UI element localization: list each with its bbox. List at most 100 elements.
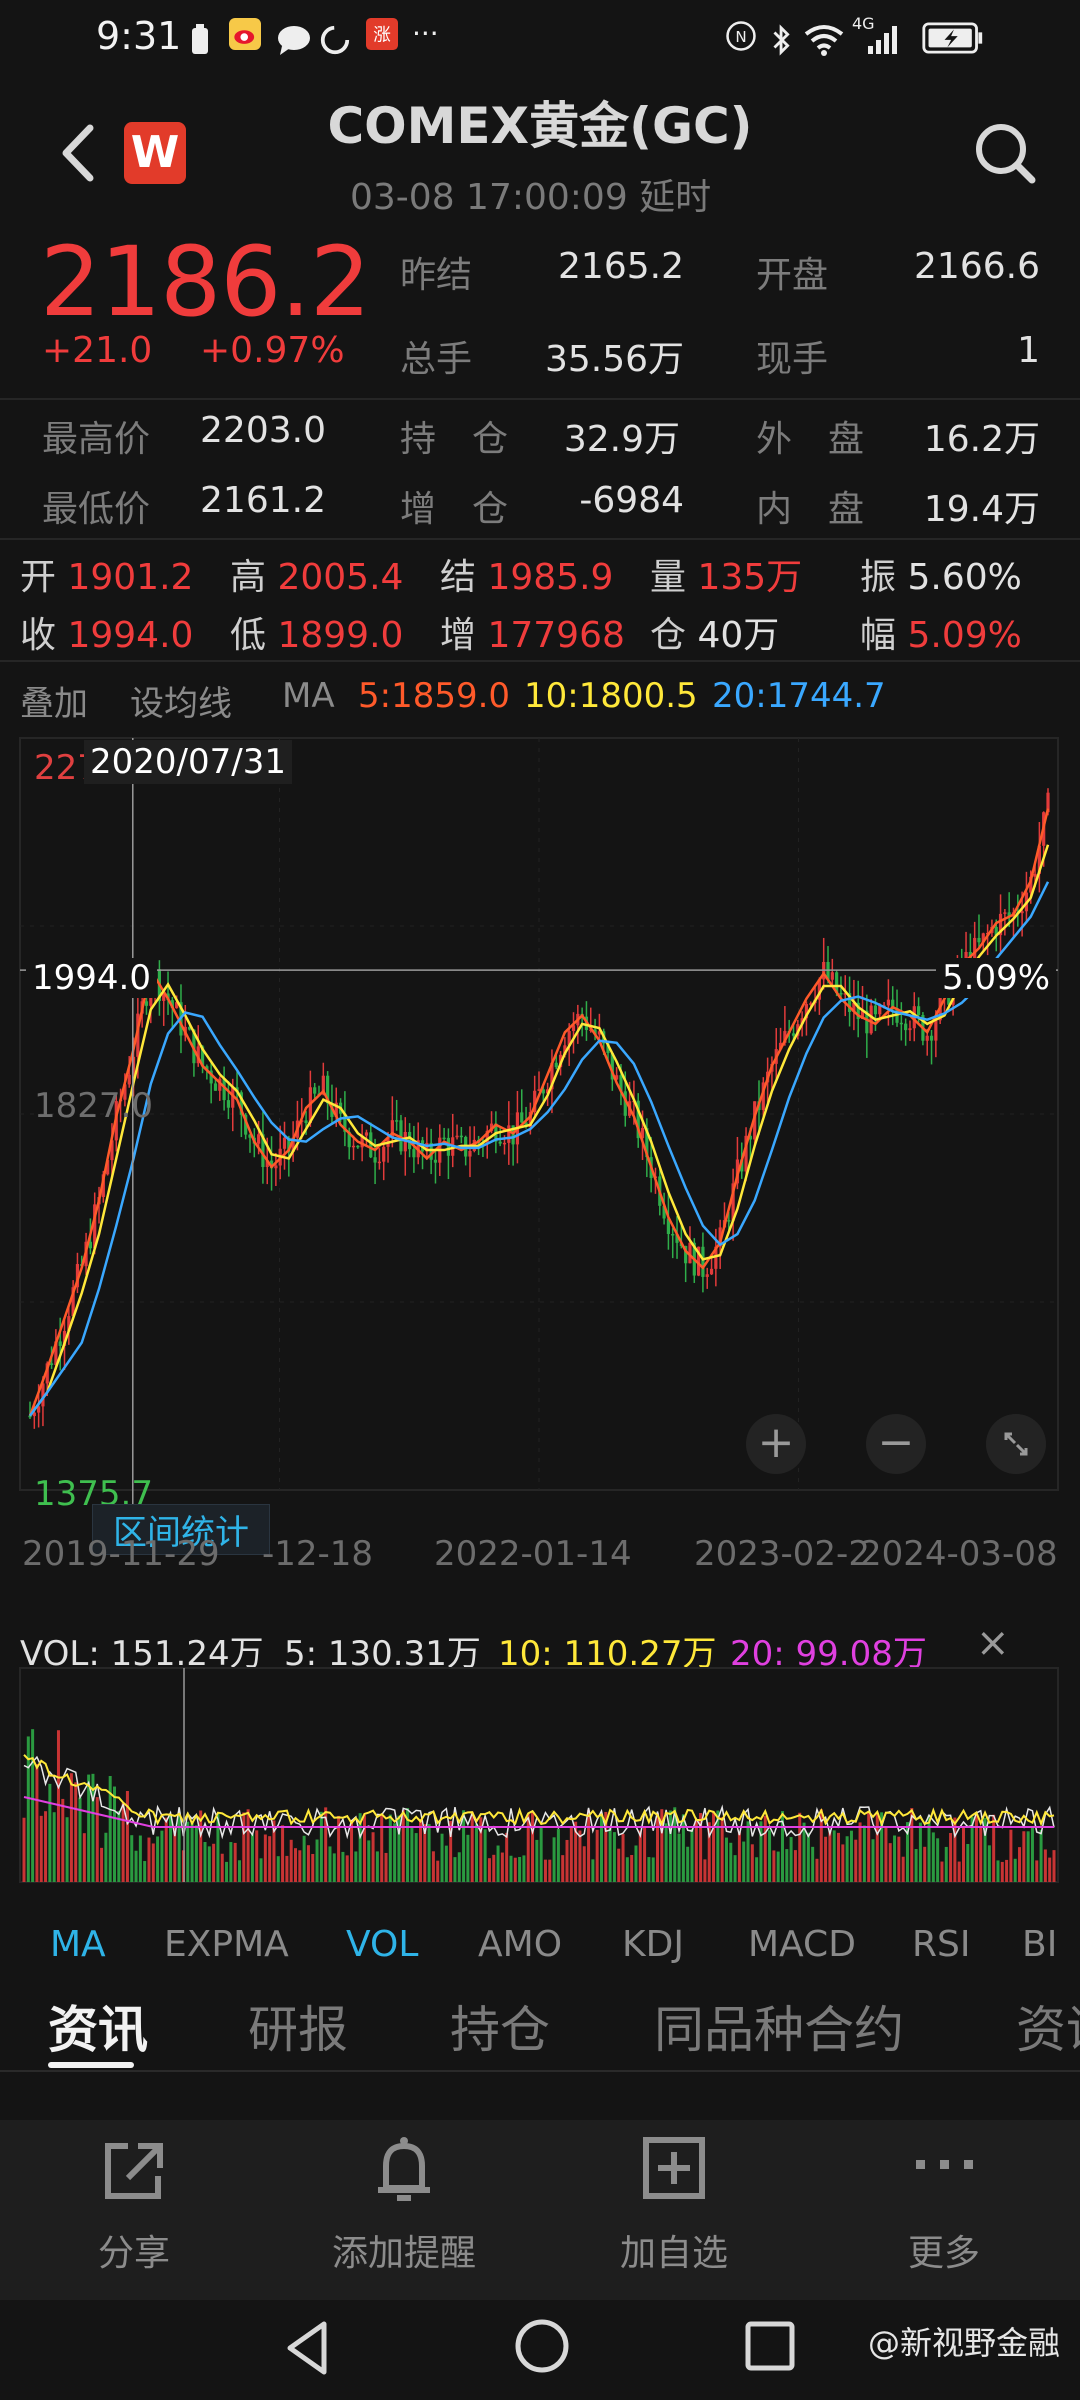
tab-amo[interactable]: AMO	[478, 1924, 562, 1965]
candle-body	[934, 1020, 938, 1041]
candle-body	[446, 1137, 451, 1156]
prev-settle-value: 2165.2	[558, 246, 684, 287]
volume-bar	[302, 1835, 306, 1882]
candle-oi: 仓 40万	[650, 615, 780, 656]
volume-bar	[832, 1830, 836, 1882]
volume-bar	[147, 1837, 151, 1882]
volume-bar	[350, 1819, 354, 1882]
volume-bar	[733, 1855, 737, 1882]
volume-bar	[996, 1860, 1000, 1882]
tab-macd[interactable]: MACD	[748, 1924, 856, 1965]
zoom-out-button[interactable]: −	[866, 1414, 926, 1474]
more-button[interactable]: 更多	[844, 2130, 1044, 2276]
status-bar: 9:31 涨 ··· N 4G	[0, 0, 1080, 80]
volume-bar	[617, 1848, 621, 1882]
add-alert-button[interactable]: 添加提醒	[304, 2130, 504, 2276]
volume-bar	[936, 1838, 940, 1882]
volume-bar	[134, 1850, 138, 1882]
volume-bar	[500, 1852, 504, 1882]
candle-body	[304, 1120, 308, 1124]
fullscreen-icon[interactable]	[986, 1414, 1046, 1474]
set-ma-button[interactable]: 设均线	[130, 676, 232, 725]
quote-timestamp: 03-08 17:00:09 延时	[350, 177, 712, 218]
candle-body	[433, 1159, 438, 1163]
candle-body	[520, 1112, 524, 1123]
divider	[0, 398, 1080, 400]
x-date-4: 2023-02-2	[694, 1534, 870, 1574]
volume-bar	[246, 1809, 250, 1882]
tab-bi[interactable]: BI	[1022, 1924, 1066, 1965]
candle-body	[791, 1033, 796, 1036]
candle-amplitude: 振 5.60%	[860, 557, 1022, 598]
volume-bar	[371, 1832, 375, 1882]
kline-chart[interactable]	[0, 730, 1080, 1530]
volume-bar	[914, 1849, 918, 1882]
volume-bar	[724, 1837, 728, 1882]
tab-vol[interactable]: VOL	[346, 1924, 418, 1965]
ma10-value: 10:1800.5	[524, 676, 698, 716]
volume-bar	[513, 1857, 517, 1882]
tab-research[interactable]: 研报	[248, 1990, 348, 2062]
tab-news-2[interactable]: 资讯	[1016, 1990, 1080, 2062]
volume-bar	[233, 1842, 237, 1882]
add-alert-label: 添加提醒	[331, 2233, 476, 2274]
inner-value: 19.4万	[923, 489, 1040, 530]
candle-body	[502, 1142, 507, 1145]
share-button[interactable]: 分享	[34, 2130, 234, 2276]
tab-positions[interactable]: 持仓	[450, 1990, 550, 2062]
volume-bar	[483, 1829, 487, 1882]
svg-text:N: N	[735, 28, 746, 46]
tab-rsi[interactable]: RSI	[912, 1924, 970, 1965]
tab-ma[interactable]: MA	[50, 1924, 106, 1965]
candle-body	[144, 1001, 149, 1006]
volume-bar	[1052, 1850, 1056, 1882]
volume-bar	[931, 1832, 935, 1882]
x-date-1: 2019-11-29	[22, 1534, 220, 1574]
chat-icon	[278, 26, 310, 55]
volume-bar	[44, 1811, 48, 1882]
overlay-button[interactable]: 叠加	[20, 676, 88, 725]
volume-bar	[186, 1821, 190, 1882]
volume-bar	[694, 1819, 698, 1882]
volume-bar	[393, 1823, 397, 1882]
ma-label: MA	[282, 676, 335, 716]
volume-bar	[177, 1811, 181, 1882]
tab-kdj[interactable]: KDJ	[622, 1924, 684, 1965]
volume-bar	[48, 1783, 52, 1882]
nav-recents-icon[interactable]	[742, 2318, 798, 2374]
volume-bar	[569, 1826, 573, 1882]
volume-bar	[552, 1837, 556, 1882]
tab-same-contracts[interactable]: 同品种合约	[654, 1990, 904, 2062]
volume-bar	[548, 1859, 552, 1882]
zoom-in-button[interactable]: +	[746, 1414, 806, 1474]
volume-bar	[1026, 1831, 1030, 1882]
volume-bar	[1043, 1849, 1047, 1882]
crosshair-pct: 5.09%	[936, 958, 1057, 998]
volume-bar	[74, 1782, 78, 1882]
volume-bar	[384, 1852, 388, 1882]
open-value: 2166.6	[914, 246, 1040, 287]
volume-bar	[242, 1812, 246, 1882]
volume-bar	[436, 1860, 440, 1882]
tab-expma[interactable]: EXPMA	[164, 1924, 289, 1965]
add-watchlist-button[interactable]: 加自选	[574, 2130, 774, 2276]
candle-body	[282, 1137, 287, 1149]
volume-bar	[690, 1828, 694, 1882]
volume-bar	[1018, 1847, 1022, 1882]
nav-back-icon[interactable]	[280, 2318, 336, 2378]
tab-news[interactable]: 资讯	[48, 1990, 148, 2062]
nav-home-icon[interactable]	[512, 2316, 572, 2376]
volume-bar	[531, 1812, 535, 1882]
volume-bar	[543, 1859, 547, 1882]
candle-body	[507, 1125, 511, 1143]
volume-bar	[888, 1843, 892, 1882]
volume-bar	[341, 1851, 345, 1882]
volume-bar	[427, 1824, 431, 1882]
volume-chart[interactable]	[0, 1660, 1080, 1890]
volume-bar	[487, 1858, 491, 1882]
svg-text:涨: 涨	[373, 25, 391, 45]
volume-bar	[565, 1839, 569, 1882]
candle-body	[377, 1161, 381, 1164]
search-icon[interactable]	[970, 118, 1040, 188]
divider	[0, 538, 1080, 540]
